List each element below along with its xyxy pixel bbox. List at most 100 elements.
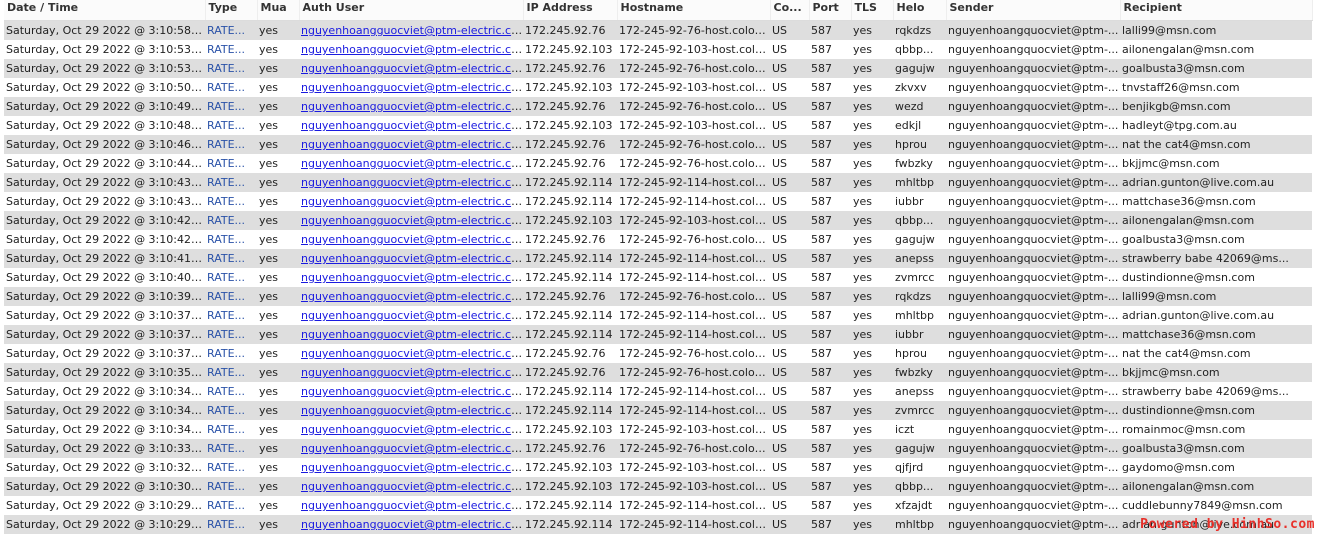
cell-tls: yes [851,439,893,458]
cell-mua: yes [257,192,299,211]
table-row[interactable]: Saturday, Oct 29 2022 @ 3:10:46 PMRATE..… [4,135,1312,154]
table-row[interactable]: Saturday, Oct 29 2022 @ 3:10:42 PMRATE..… [4,230,1312,249]
cell-ip-address: 172.245.92.114 [523,515,617,534]
column-header-tls[interactable]: TLS [851,0,893,21]
column-header-type[interactable]: Type [205,0,257,21]
table-row[interactable]: Saturday, Oct 29 2022 @ 3:10:33 PMRATE..… [4,439,1312,458]
auth-user-link[interactable]: nguyenhoangguocviet@ptm-electric.com [301,195,523,208]
cell-date-time: Saturday, Oct 29 2022 @ 3:10:43 PM [4,192,205,211]
cell-sender: nguyenhoangquocviet@ptm-... [946,458,1120,477]
table-row[interactable]: Saturday, Oct 29 2022 @ 3:10:29 PMRATE..… [4,496,1312,515]
table-row[interactable]: Saturday, Oct 29 2022 @ 3:10:49 PMRATE..… [4,97,1312,116]
column-header-mua[interactable]: Mua [257,0,299,21]
column-header-date-time[interactable]: Date / Time [4,0,205,21]
table-row[interactable]: Saturday, Oct 29 2022 @ 3:10:37 PMRATE..… [4,325,1312,344]
cell-port: 587 [809,97,851,116]
cell-country: US [770,135,809,154]
table-row[interactable]: Saturday, Oct 29 2022 @ 3:10:37 PMRATE..… [4,306,1312,325]
cell-port: 587 [809,458,851,477]
cell-mua: yes [257,154,299,173]
auth-user-link[interactable]: nguyenhoangguocviet@ptm-electric.com [301,442,523,455]
cell-date-time: Saturday, Oct 29 2022 @ 3:10:46 PM [4,135,205,154]
auth-user-link[interactable]: nguyenhoangguocviet@ptm-electric.com [301,404,523,417]
auth-user-link[interactable]: nguyenhoangguocviet@ptm-electric.com [301,385,523,398]
auth-user-link[interactable]: nguyenhoangguocviet@ptm-electric.com [301,119,523,132]
auth-user-link[interactable]: nguyenhoangguocviet@ptm-electric.com [301,347,523,360]
auth-user-link[interactable]: nguyenhoangguocviet@ptm-electric.com [301,366,523,379]
auth-user-link[interactable]: nguyenhoangguocviet@ptm-electric.com [301,518,523,531]
auth-user-link[interactable]: nguyenhoangguocviet@ptm-electric.com [301,81,523,94]
cell-hostname: 172-245-92-103-host.colo... [617,40,770,59]
table-row[interactable]: Saturday, Oct 29 2022 @ 3:10:48 PMRATE..… [4,116,1312,135]
cell-type: RATE... [205,306,257,325]
cell-hostname: 172-245-92-114-host.colo... [617,401,770,420]
cell-port: 587 [809,287,851,306]
auth-user-link[interactable]: nguyenhoangguocviet@ptm-electric.com [301,480,523,493]
table-row[interactable]: Saturday, Oct 29 2022 @ 3:10:30 PMRATE..… [4,477,1312,496]
cell-helo: anepss [893,382,946,401]
auth-user-link[interactable]: nguyenhoangguocviet@ptm-electric.com [301,290,523,303]
column-header-hostname[interactable]: Hostname [617,0,770,21]
table-row[interactable]: Saturday, Oct 29 2022 @ 3:10:32 PMRATE..… [4,458,1312,477]
column-header-port[interactable]: Port [809,0,851,21]
auth-user-link[interactable]: nguyenhoangguocviet@ptm-electric.com [301,214,523,227]
cell-country: US [770,344,809,363]
auth-user-link[interactable]: nguyenhoangguocviet@ptm-electric.com [301,138,523,151]
column-header-ip-address[interactable]: IP Address [523,0,617,21]
cell-auth-user: nguyenhoangguocviet@ptm-electric.com [299,135,523,154]
mail-log-table: Date / TimeTypeMuaAuth UserIP AddressHos… [4,0,1313,534]
table-row[interactable]: Saturday, Oct 29 2022 @ 3:10:40 PMRATE..… [4,268,1312,287]
table-row[interactable]: Saturday, Oct 29 2022 @ 3:10:29 PMRATE..… [4,515,1312,534]
table-row[interactable]: Saturday, Oct 29 2022 @ 3:10:37 PMRATE..… [4,344,1312,363]
auth-user-link[interactable]: nguyenhoangguocviet@ptm-electric.com [301,157,523,170]
auth-user-link[interactable]: nguyenhoangguocviet@ptm-electric.com [301,233,523,246]
table-row[interactable]: Saturday, Oct 29 2022 @ 3:10:34 PMRATE..… [4,382,1312,401]
cell-hostname: 172-245-92-114-host.colo... [617,325,770,344]
cell-auth-user: nguyenhoangguocviet@ptm-electric.com [299,401,523,420]
table-row[interactable]: Saturday, Oct 29 2022 @ 3:10:53 PMRATE..… [4,40,1312,59]
auth-user-link[interactable]: nguyenhoangguocviet@ptm-electric.com [301,62,523,75]
auth-user-link[interactable]: nguyenhoangguocviet@ptm-electric.com [301,499,523,512]
column-header-recipient[interactable]: Recipient [1120,0,1312,21]
header-row: Date / TimeTypeMuaAuth UserIP AddressHos… [4,0,1312,21]
table-row[interactable]: Saturday, Oct 29 2022 @ 3:10:44 PMRATE..… [4,154,1312,173]
cell-port: 587 [809,382,851,401]
auth-user-link[interactable]: nguyenhoangguocviet@ptm-electric.com [301,252,523,265]
table-row[interactable]: Saturday, Oct 29 2022 @ 3:10:43 PMRATE..… [4,173,1312,192]
table-row[interactable]: Saturday, Oct 29 2022 @ 3:10:58 PMRATE..… [4,21,1312,41]
cell-port: 587 [809,192,851,211]
cell-auth-user: nguyenhoangguocviet@ptm-electric.com [299,21,523,41]
table-row[interactable]: Saturday, Oct 29 2022 @ 3:10:50 PMRATE..… [4,78,1312,97]
table-row[interactable]: Saturday, Oct 29 2022 @ 3:10:39 PMRATE..… [4,287,1312,306]
column-header-helo[interactable]: Helo [893,0,946,21]
table-row[interactable]: Saturday, Oct 29 2022 @ 3:10:35 PMRATE..… [4,363,1312,382]
auth-user-link[interactable]: nguyenhoangguocviet@ptm-electric.com [301,309,523,322]
auth-user-link[interactable]: nguyenhoangguocviet@ptm-electric.com [301,271,523,284]
column-header-country[interactable]: Co... [770,0,809,21]
table-row[interactable]: Saturday, Oct 29 2022 @ 3:10:41 PMRATE..… [4,249,1312,268]
auth-user-link[interactable]: nguyenhoangguocviet@ptm-electric.com [301,100,523,113]
auth-user-link[interactable]: nguyenhoangguocviet@ptm-electric.com [301,423,523,436]
cell-mua: yes [257,420,299,439]
cell-recipient: hadleyt@tpg.com.au [1120,116,1312,135]
auth-user-link[interactable]: nguyenhoangguocviet@ptm-electric.com [301,24,523,37]
cell-sender: nguyenhoangquocviet@ptm-... [946,363,1120,382]
column-header-auth-user[interactable]: Auth User [299,0,523,21]
auth-user-link[interactable]: nguyenhoangguocviet@ptm-electric.com [301,461,523,474]
auth-user-link[interactable]: nguyenhoangguocviet@ptm-electric.com [301,328,523,341]
column-header-sender[interactable]: Sender [946,0,1120,21]
cell-helo: anepss [893,249,946,268]
table-row[interactable]: Saturday, Oct 29 2022 @ 3:10:53 PMRATE..… [4,59,1312,78]
cell-tls: yes [851,325,893,344]
table-row[interactable]: Saturday, Oct 29 2022 @ 3:10:43 PMRATE..… [4,192,1312,211]
cell-ip-address: 172.245.92.103 [523,116,617,135]
table-row[interactable]: Saturday, Oct 29 2022 @ 3:10:42 PMRATE..… [4,211,1312,230]
table-row[interactable]: Saturday, Oct 29 2022 @ 3:10:34 PMRATE..… [4,420,1312,439]
cell-recipient: cuddlebunny7849@msn.com [1120,496,1312,515]
cell-auth-user: nguyenhoangguocviet@ptm-electric.com [299,211,523,230]
auth-user-link[interactable]: nguyenhoangguocviet@ptm-electric.com [301,43,523,56]
cell-helo: iubbr [893,192,946,211]
table-row[interactable]: Saturday, Oct 29 2022 @ 3:10:34 PMRATE..… [4,401,1312,420]
cell-helo: zkvxv [893,78,946,97]
auth-user-link[interactable]: nguyenhoangguocviet@ptm-electric.com [301,176,523,189]
